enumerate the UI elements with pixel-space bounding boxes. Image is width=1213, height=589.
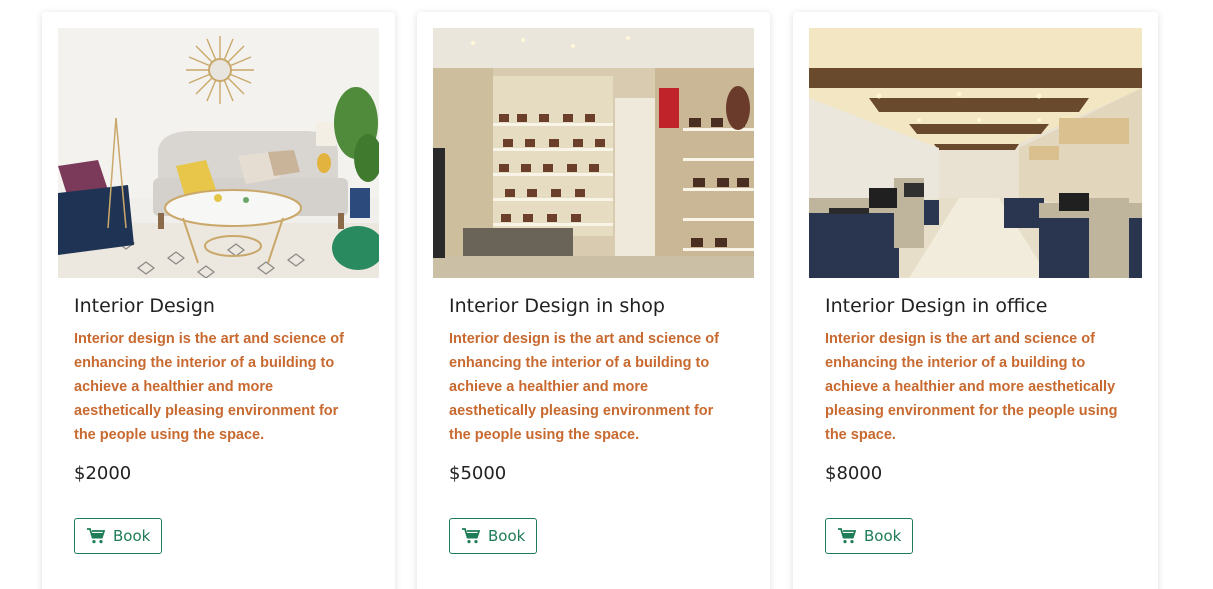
card-title: Interior Design bbox=[74, 295, 215, 317]
card-title: Interior Design in office bbox=[825, 295, 1048, 317]
shopping-cart-icon bbox=[87, 528, 105, 544]
office-photo bbox=[809, 28, 1142, 278]
card-price: $5000 bbox=[449, 463, 507, 484]
card-price: $8000 bbox=[825, 463, 883, 484]
book-button[interactable]: Book bbox=[825, 518, 914, 554]
card-price: $2000 bbox=[74, 463, 132, 484]
card-description: Interior design is the art and science o… bbox=[449, 331, 719, 443]
service-card-interior-design-shop: Interior Design in shop Interior design … bbox=[417, 12, 770, 589]
card-title: Interior Design in shop bbox=[449, 295, 665, 317]
living-room-photo bbox=[58, 28, 379, 278]
book-button[interactable]: Book bbox=[74, 518, 163, 554]
service-card-interior-design: Interior Design Interior design is the a… bbox=[42, 12, 395, 589]
book-button-label: Book bbox=[488, 527, 526, 545]
service-card-interior-design-office: Interior Design in office Interior desig… bbox=[793, 12, 1158, 589]
shoe-shop-photo bbox=[433, 28, 754, 278]
book-button[interactable]: Book bbox=[449, 518, 538, 554]
book-button-label: Book bbox=[864, 527, 902, 545]
book-button-label: Book bbox=[113, 527, 151, 545]
shopping-cart-icon bbox=[838, 528, 856, 544]
shopping-cart-icon bbox=[462, 528, 480, 544]
service-cards-page: Interior Design Interior design is the a… bbox=[0, 0, 1213, 589]
card-description: Interior design is the art and science o… bbox=[74, 331, 344, 443]
card-description: Interior design is the art and science o… bbox=[825, 331, 1118, 443]
